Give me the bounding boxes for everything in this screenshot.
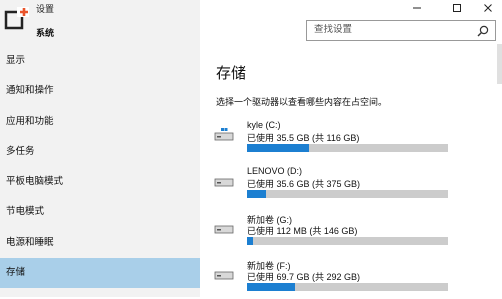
sidebar-item-tablet-mode[interactable]: 平板电脑模式 (0, 167, 200, 197)
sidebar-item-battery-saver[interactable]: 节电模式 (0, 197, 200, 227)
sidebar-item-label: 节电模式 (6, 206, 45, 218)
sidebar-nav: 显示 通知和操作 应用和功能 多任务 平板电脑模式 节电模式 电源和睡眠 存储 (0, 46, 200, 289)
minimize-button[interactable] (404, 0, 430, 16)
sidebar-item-label: 应用和功能 (6, 115, 54, 127)
drive-icon (214, 271, 234, 280)
sidebar-item-apps[interactable]: 应用和功能 (0, 107, 200, 137)
drive-usage: 已使用 35.6 GB (共 375 GB) (247, 179, 361, 189)
search-input[interactable] (314, 24, 474, 35)
drive-name: kyle (C:) (247, 120, 281, 130)
maximize-icon (453, 4, 461, 12)
drive-icon (214, 225, 234, 234)
sidebar-item-power-sleep[interactable]: 电源和睡眠 (0, 228, 200, 258)
page-title: 存储 (216, 65, 247, 82)
search-icon[interactable] (477, 25, 489, 37)
close-icon (484, 4, 492, 12)
scrollbar[interactable] (497, 44, 502, 84)
drive-usage: 已使用 35.5 GB (共 116 GB) (247, 133, 360, 143)
drive-item-g[interactable]: 新加卷 (G:) 已使用 112 MB (共 146 GB) (214, 213, 502, 253)
sidebar-item-label: 平板电脑模式 (6, 176, 64, 188)
search-box[interactable] (306, 20, 496, 41)
section-title: 系统 (36, 28, 55, 38)
sidebar-item-multitasking[interactable]: 多任务 (0, 137, 200, 167)
drive-usage-bar (247, 144, 448, 152)
drive-usage-bar-fill (247, 237, 254, 245)
drive-usage: 已使用 69.7 GB (共 292 GB) (247, 272, 361, 282)
windows-drive-icon (214, 128, 234, 141)
drive-usage-bar-fill (247, 190, 267, 198)
sidebar: 系统 显示 通知和操作 应用和功能 多任务 平板电脑模式 节电模式 电源和睡眠 … (0, 0, 200, 297)
drive-usage-bar (247, 237, 448, 245)
page-subtitle: 选择一个驱动器以查看哪些内容在占空间。 (216, 97, 388, 107)
sidebar-item-notifications[interactable]: 通知和操作 (0, 76, 200, 106)
sidebar-item-display[interactable]: 显示 (0, 46, 200, 76)
drive-usage-bar (247, 283, 448, 291)
close-button[interactable] (475, 0, 501, 16)
drive-name: LENOVO (D:) (247, 166, 303, 176)
drive-usage: 已使用 112 MB (共 146 GB) (247, 226, 358, 236)
sidebar-item-label: 电源和睡眠 (6, 236, 54, 248)
sidebar-item-label: 多任务 (6, 145, 35, 157)
minimize-icon (413, 7, 421, 9)
drive-item-d[interactable]: LENOVO (D:) 已使用 35.6 GB (共 375 GB) (214, 166, 502, 206)
storage-page: 存储 选择一个驱动器以查看哪些内容在占空间。 kyle (C:) 已使用 35.… (200, 44, 502, 297)
drive-item-c[interactable]: kyle (C:) 已使用 35.5 GB (共 116 GB) (214, 120, 502, 160)
title-bar: 设置 (0, 0, 502, 18)
drive-item-f[interactable]: 新加卷 (F:) 已使用 69.7 GB (共 292 GB) (214, 259, 502, 299)
drive-icon (214, 178, 234, 187)
sidebar-item-label: 存储 (6, 267, 26, 279)
app-title: 设置 (36, 4, 55, 14)
drive-usage-bar (247, 190, 448, 198)
sidebar-item-storage[interactable]: 存储 (0, 258, 200, 289)
sidebar-item-label: 显示 (6, 55, 26, 66)
drive-usage-bar-fill (247, 283, 296, 291)
maximize-button[interactable] (444, 0, 470, 16)
drive-usage-bar-fill (247, 144, 309, 152)
settings-window: 系统 显示 通知和操作 应用和功能 多任务 平板电脑模式 节电模式 电源和睡眠 … (0, 0, 502, 297)
sidebar-item-label: 通知和操作 (6, 85, 54, 97)
